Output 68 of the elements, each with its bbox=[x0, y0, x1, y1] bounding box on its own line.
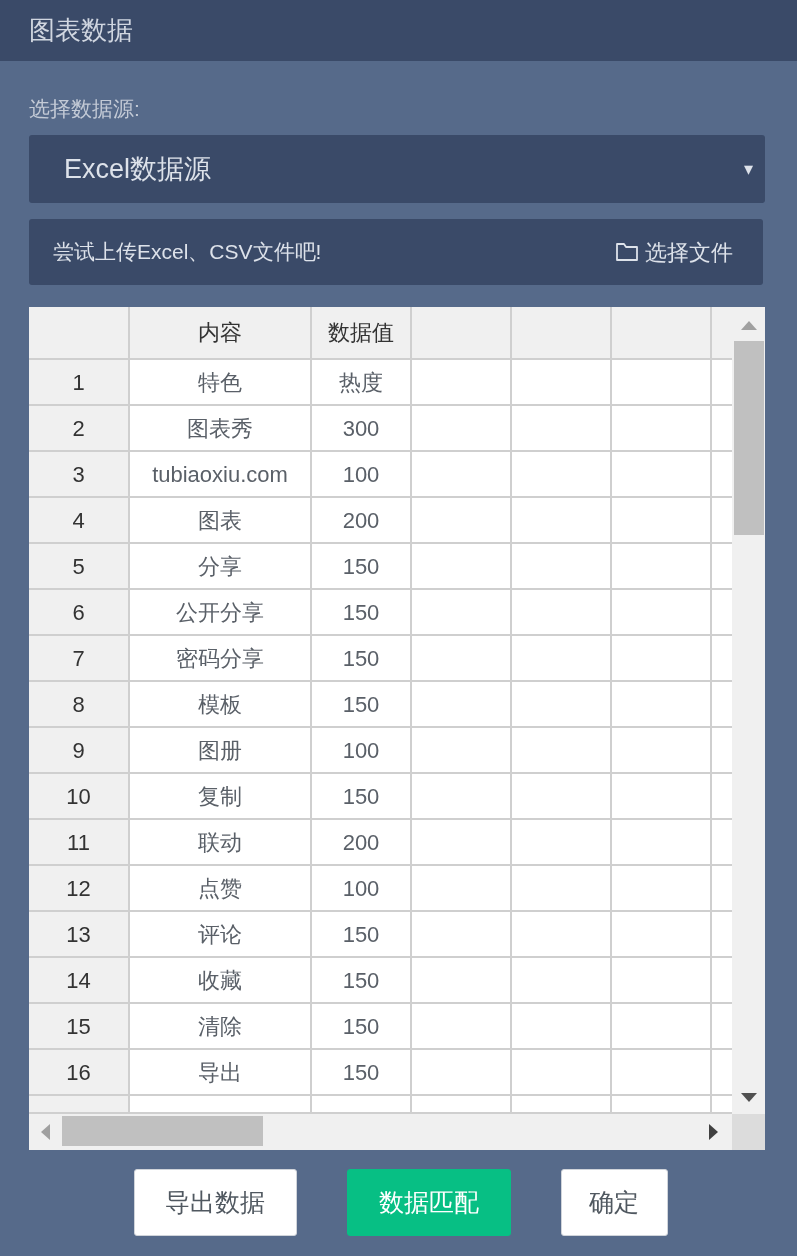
panel-title: 图表数据 bbox=[29, 14, 133, 47]
table-cell: 150 bbox=[312, 544, 412, 590]
table-cell: 100 bbox=[312, 728, 412, 774]
row-number: 7 bbox=[29, 636, 130, 682]
table-cell: 热度 bbox=[312, 360, 412, 406]
vertical-scrollbar[interactable] bbox=[732, 307, 765, 1114]
field-label: 选择数据源: bbox=[29, 96, 141, 122]
table-cell: 150 bbox=[312, 1004, 412, 1050]
scroll-up-icon bbox=[741, 321, 757, 330]
table-cell: 200 bbox=[312, 498, 412, 544]
folder-icon bbox=[615, 242, 639, 262]
row-number: 16 bbox=[29, 1050, 130, 1096]
dialog-button[interactable]: 确定 bbox=[560, 1169, 668, 1236]
table-cell: 200 bbox=[312, 820, 412, 866]
scroll-right-icon bbox=[709, 1124, 718, 1140]
upload-field[interactable]: 尝试上传Excel、CSV文件吧! bbox=[29, 219, 585, 285]
choose-file-button[interactable]: 选择文件 bbox=[585, 219, 763, 285]
table-cell: 评论 bbox=[130, 912, 312, 958]
column-header: 内容 bbox=[130, 307, 312, 360]
table-cell: 图表 bbox=[130, 498, 312, 544]
table-cell: 模板 bbox=[130, 682, 312, 728]
table-cell: 150 bbox=[312, 590, 412, 636]
row-number: 5 bbox=[29, 544, 130, 590]
table-cell: 150 bbox=[312, 774, 412, 820]
table-cell: 特色 bbox=[130, 360, 312, 406]
table-cell: tubiaoxiu.com bbox=[130, 452, 312, 498]
row-number: 4 bbox=[29, 498, 130, 544]
table-cell: 密码分享 bbox=[130, 636, 312, 682]
scrollbar-thumb[interactable] bbox=[734, 341, 764, 535]
table-cell: 复制 bbox=[130, 774, 312, 820]
table-cell: 公开分享 bbox=[130, 590, 312, 636]
row-number: 3 bbox=[29, 452, 130, 498]
scrollbar-corner bbox=[732, 1114, 765, 1150]
caret-icon: ▾ bbox=[744, 155, 753, 183]
row-number: 12 bbox=[29, 866, 130, 912]
table-cell: 导出 bbox=[130, 1050, 312, 1096]
table-cell: 图册 bbox=[130, 728, 312, 774]
row-number: 13 bbox=[29, 912, 130, 958]
table-cell: 100 bbox=[312, 452, 412, 498]
row-number: 6 bbox=[29, 590, 130, 636]
row-number: 9 bbox=[29, 728, 130, 774]
table-cell: 联动 bbox=[130, 820, 312, 866]
table-cell: 100 bbox=[312, 866, 412, 912]
table-cell: 150 bbox=[312, 958, 412, 1004]
table-cell: 150 bbox=[312, 912, 412, 958]
table-cell: 点赞 bbox=[130, 866, 312, 912]
table-cell: 150 bbox=[312, 682, 412, 728]
table-cell: 300 bbox=[312, 406, 412, 452]
table-cell: 图表秀 bbox=[130, 406, 312, 452]
scroll-left-icon bbox=[41, 1124, 50, 1140]
row-number: 15 bbox=[29, 1004, 130, 1050]
row-number: 8 bbox=[29, 682, 130, 728]
row-number: 1 bbox=[29, 360, 130, 406]
source-select[interactable]: Excel数据源 ▾ bbox=[29, 135, 765, 203]
scroll-down-icon bbox=[741, 1093, 757, 1102]
table-cell: 150 bbox=[312, 1050, 412, 1096]
row-number: 10 bbox=[29, 774, 130, 820]
horizontal-scrollbar[interactable] bbox=[29, 1114, 732, 1150]
dialog-button[interactable]: 导出数据 bbox=[133, 1169, 297, 1236]
row-number: 14 bbox=[29, 958, 130, 1004]
table-cell: 收藏 bbox=[130, 958, 312, 1004]
table-cell: 150 bbox=[312, 636, 412, 682]
row-number: 11 bbox=[29, 820, 130, 866]
table-cell: 清除 bbox=[130, 1004, 312, 1050]
row-number: 2 bbox=[29, 406, 130, 452]
column-header: 数据值 bbox=[312, 307, 412, 360]
table-cell: 分享 bbox=[130, 544, 312, 590]
scrollbar-thumb[interactable] bbox=[62, 1116, 263, 1146]
